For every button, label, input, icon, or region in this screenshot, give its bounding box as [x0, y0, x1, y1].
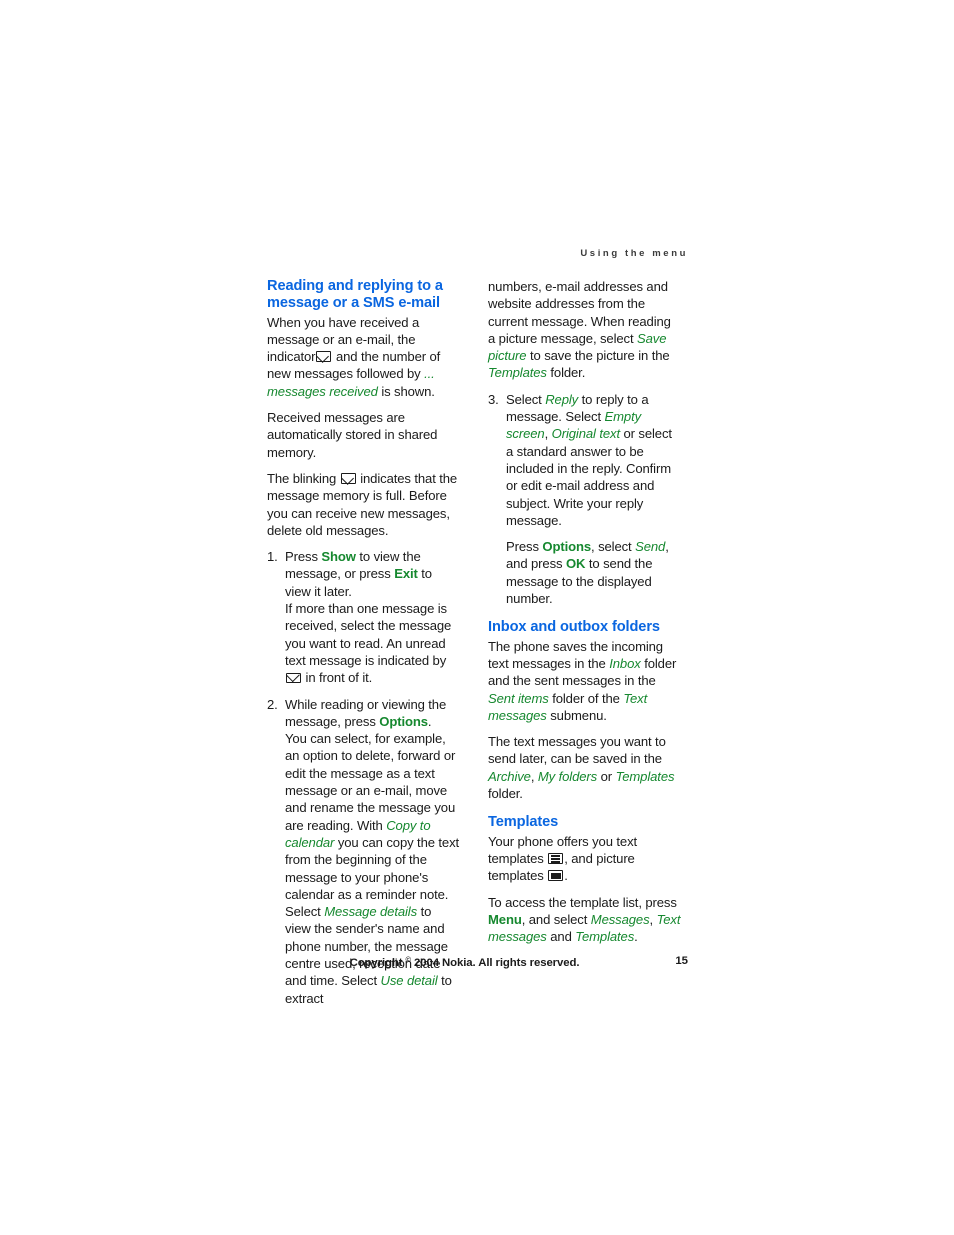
text-fragment: , [649, 911, 654, 927]
manual-page: Using the menu Reading and replying to a… [0, 0, 954, 1235]
step-paragraph: While reading or viewing the message, pr… [285, 696, 460, 731]
text-fragment: and [550, 929, 572, 945]
text-fragment: 2004 Nokia. All rights reserved. [413, 957, 580, 969]
key-label-options: Options [542, 539, 592, 555]
numbered-step-list-continued: 3. Select Reply to reply to a message. S… [488, 391, 681, 608]
step-paragraph: Press Show to view the message, or press… [285, 548, 460, 600]
text-fragment: or select a standard answer to be includ… [506, 426, 672, 528]
emphasis-messages: Messages [590, 911, 650, 927]
paragraph-shared-memory: Received messages are automatically stor… [267, 410, 438, 460]
key-label-ok: OK [565, 556, 586, 572]
step-number: 1. [267, 549, 278, 565]
text-fragment: , select [591, 539, 632, 555]
key-label-exit: Exit [394, 566, 418, 582]
copyright-notice: Copyright © 2004 Nokia. All rights reser… [267, 955, 662, 969]
paragraph-access-templates: To access the template list, press Menu,… [488, 894, 681, 946]
paragraph-inbox-folders: The phone saves the incoming text messag… [488, 638, 681, 724]
envelope-icon [340, 472, 356, 484]
text-fragment: or [600, 768, 613, 784]
text-fragment: The blinking [267, 470, 337, 486]
text-fragment: folder. [488, 786, 523, 802]
step-paragraph: If more than one message is received, se… [285, 600, 460, 686]
list-item: 3. Select Reply to reply to a message. S… [488, 391, 681, 608]
text-fragment: Press [285, 549, 318, 565]
step-paragraph: Select Reply to reply to a message. Sele… [506, 391, 681, 529]
picture-template-icon [548, 870, 564, 882]
text-fragment: . [427, 713, 432, 729]
emphasis-inbox: Inbox [609, 655, 641, 671]
key-label-options: Options [379, 713, 428, 729]
emphasis-original-text: Original text [551, 426, 620, 442]
section-heading-inbox-outbox: Inbox and outbox folders [488, 619, 660, 636]
text-fragment: folder. [550, 365, 586, 381]
emphasis-use-detail: Use detail [380, 973, 438, 989]
step-number: 2. [267, 696, 278, 712]
page-number: 15 [675, 955, 688, 967]
text-fragment: To access the template list, press [488, 894, 677, 910]
section-heading-templates: Templates [488, 814, 559, 831]
two-column-body: Reading and replying to a message or a S… [267, 278, 688, 1006]
running-header: Using the menu [580, 248, 688, 259]
text-fragment: is shown. [381, 383, 435, 399]
text-fragment: Press [506, 539, 539, 555]
list-item: 1. Press Show to view the message, or pr… [267, 548, 460, 686]
right-column: numbers, e-mail addresses and website ad… [488, 278, 681, 954]
text-fragment: folder of the [552, 690, 620, 706]
text-fragment: If more than one message is received, se… [285, 601, 452, 668]
copyright-symbol: © [405, 955, 411, 964]
text-fragment: , and select [521, 911, 588, 927]
left-column: Reading and replying to a message or a S… [267, 278, 460, 1016]
envelope-open-icon [286, 673, 301, 684]
emphasis-reply: Reply [545, 391, 579, 407]
text-fragment: . [634, 929, 638, 945]
text-template-icon [548, 852, 564, 864]
emphasis-archive: Archive [488, 768, 531, 784]
numbered-step-list: 1. Press Show to view the message, or pr… [267, 548, 460, 1007]
paragraph-blinking-indicator: The blinking indicates that the message … [267, 470, 460, 539]
section-heading-reading-replying: Reading and replying to a message or a S… [267, 278, 443, 312]
paragraph-continuation: numbers, e-mail addresses and website ad… [488, 278, 681, 382]
envelope-icon [316, 351, 332, 363]
page-footer: Copyright © 2004 Nokia. All rights reser… [267, 955, 688, 973]
text-fragment: . [564, 868, 568, 884]
emphasis-templates: Templates [488, 365, 547, 381]
emphasis-templates: Templates [615, 768, 675, 784]
step-paragraph: Press Options, select Send, and press OK… [506, 538, 681, 607]
text-fragment: , [544, 426, 549, 442]
emphasis-my-folders: My folders [537, 768, 598, 784]
key-label-show: Show [321, 549, 356, 565]
paragraph-indicator-intro: When you have received a message or an e… [267, 314, 460, 400]
emphasis-send: Send [635, 539, 666, 555]
text-fragment: , [530, 768, 535, 784]
text-fragment: in front of it. [305, 670, 373, 686]
step-number: 3. [488, 391, 499, 407]
paragraph-template-types: Your phone offers you text templates , a… [488, 833, 681, 885]
text-fragment: submenu. [550, 707, 607, 723]
text-fragment: Copyright [349, 957, 403, 969]
text-fragment: The text messages you want to send later… [488, 734, 666, 767]
text-fragment: Select [506, 391, 542, 407]
emphasis-templates: Templates [575, 929, 635, 945]
text-fragment: to save the picture in the [530, 348, 670, 364]
paragraph-saved-later: The text messages you want to send later… [488, 733, 681, 802]
emphasis-sent-items: Sent items [488, 690, 549, 706]
emphasis-message-details: Message details [324, 904, 418, 920]
key-label-menu: Menu [488, 911, 522, 927]
